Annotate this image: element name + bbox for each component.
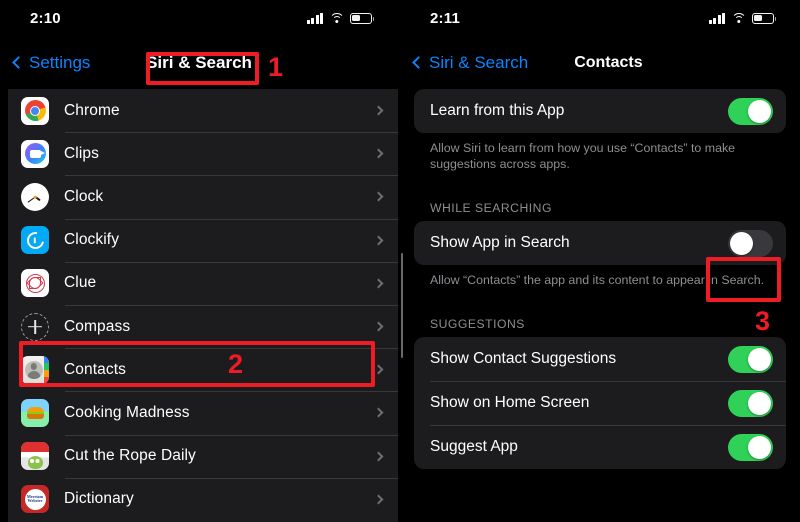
clockify-app-icon [21,226,49,255]
show-app-in-search-footnote: Allow “Contacts” the app and its content… [430,273,765,287]
show-contact-suggestions-toggle[interactable] [728,345,773,373]
list-item-clock[interactable]: Clock [8,175,398,218]
list-item-clips[interactable]: Clips [8,132,398,175]
status-indicators [306,12,375,24]
dictionary-icon-text: Merriam Webster [26,493,44,504]
chevron-right-icon [373,235,384,246]
battery-icon [752,12,777,24]
cooking-madness-app-icon [21,398,49,427]
chevron-right-icon [373,451,384,462]
status-time: 2:11 [430,9,460,27]
list-item-cut-the-rope-daily[interactable]: Cut the Rope Daily [8,434,398,478]
cut-the-rope-daily-app-icon [21,442,49,471]
chevron-right-icon [373,321,384,332]
compass-app-icon [21,312,49,341]
learn-from-this-app-row[interactable]: Learn from this App [414,89,786,133]
settings-body: Learn from this App Allow Siri to learn … [400,89,800,469]
cellular-signal-icon [708,12,725,24]
list-item-label: Clue [64,274,97,292]
status-time: 2:10 [30,9,61,27]
battery-icon [350,12,375,24]
list-item-label: Clips [64,144,99,162]
list-item-dictionary[interactable]: Merriam Webster Dictionary [8,477,398,521]
wifi-icon [329,12,344,24]
app-list[interactable]: Chrome Clips Clock Clockify Clue Compass… [8,89,398,522]
right-nav-bar: Siri & Search Contacts [400,36,800,89]
show-contact-suggestions-row[interactable]: Show Contact Suggestions [414,337,786,381]
right-phone-panel: 2:11 Siri & Search Contacts Learn from t… [400,0,800,522]
show-contact-suggestions-label: Show Contact Suggestions [430,350,617,367]
clue-app-icon [21,269,49,298]
chevron-right-icon [373,192,384,202]
right-status-bar: 2:11 [400,0,800,36]
list-item-contacts[interactable]: Contacts [8,348,398,391]
list-item-clue[interactable]: Clue [8,261,398,305]
chevron-right-icon [373,278,384,289]
show-on-home-screen-toggle[interactable] [728,389,773,417]
list-item-compass[interactable]: Compass [8,304,398,348]
chevron-right-icon [373,407,384,418]
show-app-in-search-row[interactable]: Show App in Search [414,221,786,265]
learn-from-this-app-footnote: Allow Siri to learn from how you use “Co… [430,141,736,171]
suggest-app-label: Suggest App [430,438,518,455]
screenshot-root: 2:10 Settings Siri & Search Chrome Clips… [0,0,800,522]
suggestions-section-header: SUGGESTIONS [430,317,525,331]
list-item-label: Chrome [64,101,120,119]
list-item-label: Contacts [64,360,126,378]
while-searching-card: Show App in Search [414,221,786,265]
list-item-label: Clock [64,187,104,205]
suggest-app-toggle[interactable] [728,433,773,461]
learn-from-this-app-toggle[interactable] [728,97,773,125]
chevron-right-icon [373,148,384,159]
list-item-label: Clockify [64,231,120,249]
left-nav-bar: Settings Siri & Search [0,36,398,89]
list-item-chrome[interactable]: Chrome [8,89,398,132]
list-item-clockify[interactable]: Clockify [8,218,398,262]
back-to-siri-and-search-button[interactable]: Siri & Search [400,53,528,73]
chevron-right-icon [373,364,384,375]
show-app-in-search-toggle[interactable] [728,229,773,257]
back-button-label: Siri & Search [429,52,529,72]
cellular-signal-icon [306,12,323,24]
contacts-app-icon [21,355,49,384]
chevron-right-icon [373,494,384,505]
left-phone-panel: 2:10 Settings Siri & Search Chrome Clips… [0,0,398,522]
while-searching-section-header: WHILE SEARCHING [430,201,552,215]
list-item-cooking-madness[interactable]: Cooking Madness [8,391,398,434]
chevron-right-icon [373,105,384,116]
back-to-settings-button[interactable]: Settings [0,53,90,73]
dictionary-app-icon: Merriam Webster [21,485,49,514]
left-status-bar: 2:10 [0,0,398,36]
suggest-app-row[interactable]: Suggest App [414,425,786,469]
suggestions-card: Show Contact Suggestions Show on Home Sc… [414,337,786,469]
learn-from-app-card: Learn from this App [414,89,786,133]
back-button-label: Settings [29,52,91,72]
clips-app-icon [21,139,49,168]
list-item-label: Compass [64,317,131,335]
show-app-in-search-label: Show App in Search [430,234,570,251]
chrome-app-icon [21,96,49,125]
status-indicators [708,12,777,24]
scroll-indicator[interactable] [400,253,403,358]
list-item-label: Cut the Rope Daily [64,447,196,465]
list-item-label: Cooking Madness [64,403,190,421]
chevron-left-icon [412,56,425,69]
clock-app-icon [21,182,49,211]
wifi-icon [731,12,746,24]
show-on-home-screen-row[interactable]: Show on Home Screen [414,381,786,425]
show-on-home-screen-label: Show on Home Screen [430,394,590,411]
list-item-label: Dictionary [64,490,134,508]
contacts-page-title: Contacts [574,53,643,71]
learn-from-this-app-label: Learn from this App [430,102,565,119]
chevron-left-icon [12,56,25,69]
